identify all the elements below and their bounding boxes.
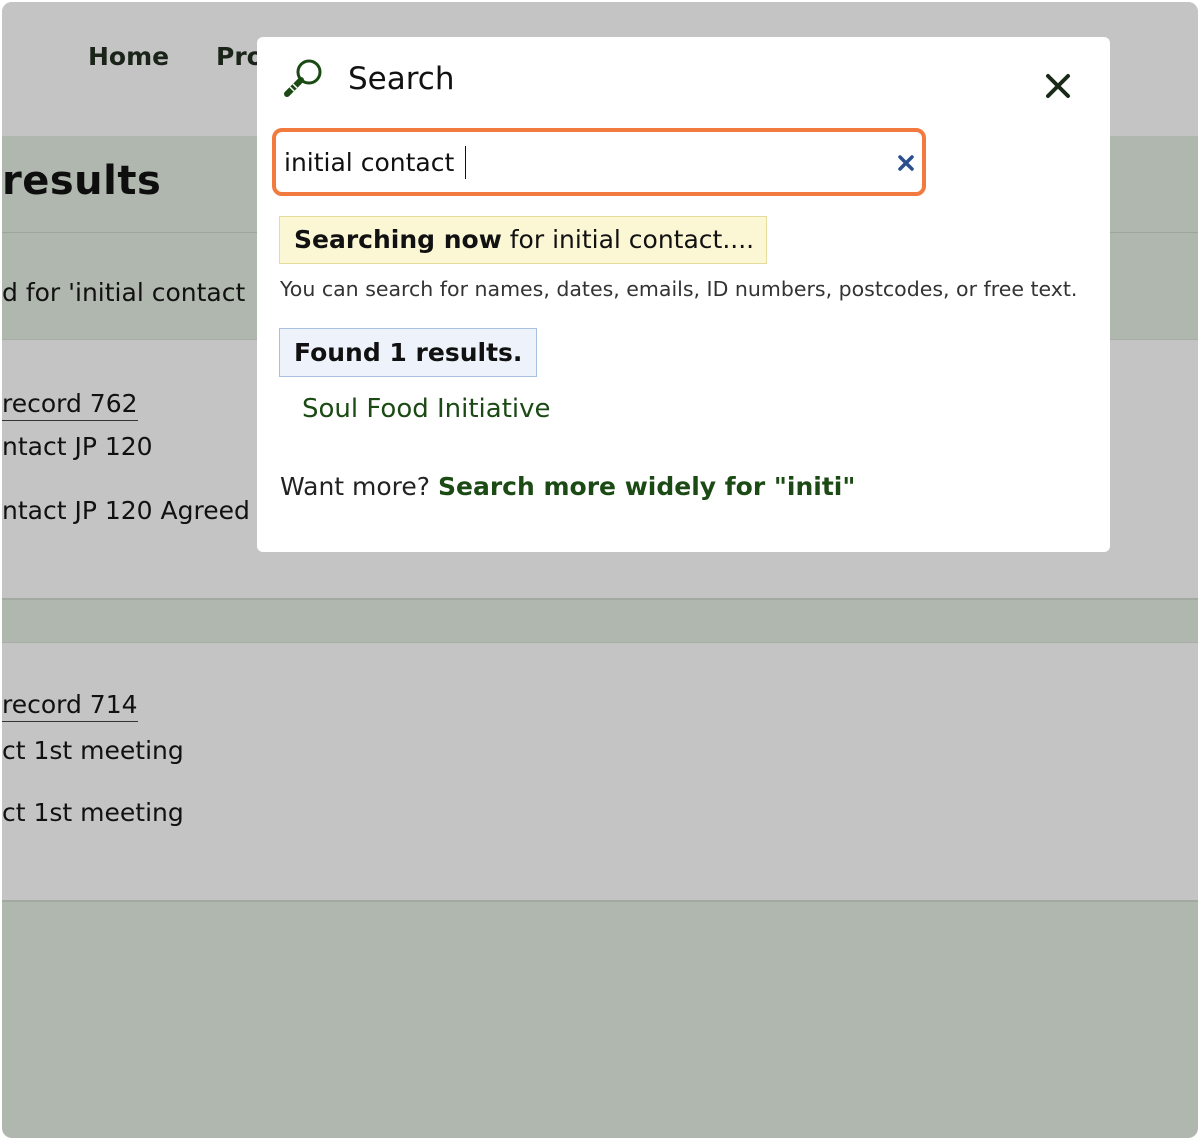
search-field (272, 128, 926, 196)
search-help-text: You can search for names, dates, emails,… (280, 277, 1078, 301)
dialog-title: Search (348, 61, 455, 97)
clear-icon[interactable] (892, 149, 920, 177)
page-title: results (2, 158, 162, 204)
record-line: ntact JP 120 (2, 432, 153, 461)
results-count: Found 1 results. (279, 328, 538, 377)
search-status-bold: Searching now (294, 225, 502, 254)
search-more-widely: Want more? Search more widely for "initi… (280, 472, 855, 501)
record-link[interactable]: record 762 (2, 389, 138, 421)
search-status-rest: for initial contact.... (501, 225, 755, 254)
record-line: ct 1st meeting (2, 736, 184, 765)
app-window: Home Pro results d for 'initial contact … (2, 2, 1198, 1138)
search-input[interactable] (284, 138, 874, 186)
search-dialog: Search Searching now for initial contact… (257, 37, 1110, 552)
search-more-widely-link[interactable]: Search more widely for "initi" (438, 472, 855, 501)
record-line: ct 1st meeting (2, 798, 184, 827)
close-icon[interactable] (1037, 65, 1079, 107)
magnifier-icon (284, 59, 322, 97)
search-result-link[interactable]: Soul Food Initiative (302, 394, 551, 424)
result-card: record 714 ct 1st meeting ct 1st meeting (2, 642, 1198, 902)
search-more-prefix: Want more? (280, 472, 439, 501)
results-summary-text: d for 'initial contact (2, 278, 246, 307)
text-caret (465, 146, 466, 179)
nav-link-home[interactable]: Home (88, 42, 169, 71)
search-status: Searching now for initial contact.... (279, 216, 768, 264)
record-line: ntact JP 120 Agreed (2, 496, 250, 525)
record-link[interactable]: record 714 (2, 690, 138, 722)
